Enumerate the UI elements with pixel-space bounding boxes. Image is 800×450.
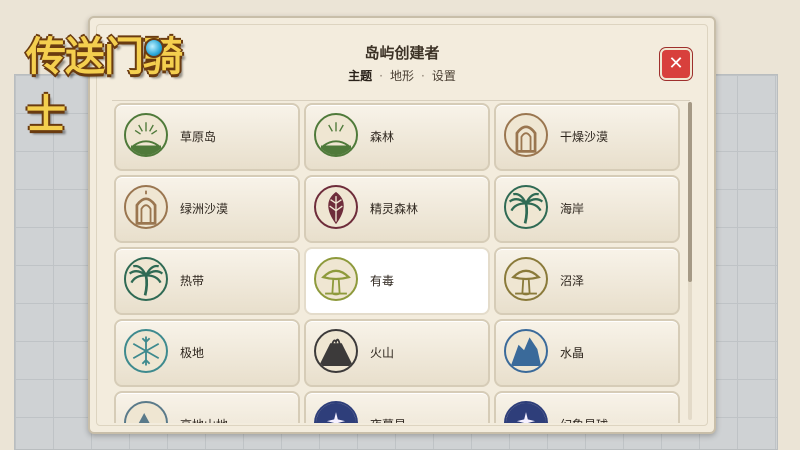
theme-option[interactable]: 精灵森林 (304, 175, 490, 243)
theme-label: 极地 (180, 346, 205, 360)
crystal-icon (504, 329, 548, 373)
tropical-palm-icon (124, 257, 168, 301)
night-star-icon (314, 401, 358, 423)
forest-icon (314, 113, 358, 157)
theme-option[interactable]: 夜幕星 (304, 391, 490, 423)
breadcrumb-theme[interactable]: 主题 (346, 69, 374, 83)
theme-option[interactable]: 绿洲沙漠 (114, 175, 300, 243)
theme-label: 热带 (180, 274, 205, 288)
theme-option[interactable]: 热带 (114, 247, 300, 315)
theme-label: 高地山地 (180, 393, 228, 423)
theme-label: 森林 (370, 130, 395, 144)
theme-option[interactable]: 火山 (304, 319, 490, 387)
theme-option[interactable]: 海岸 (494, 175, 680, 243)
breadcrumb-settings[interactable]: 设置 (430, 69, 458, 83)
theme-label: 水晶 (560, 346, 585, 360)
theme-option[interactable]: 极地 (114, 319, 300, 387)
theme-label: 沼泽 (560, 274, 585, 288)
theme-option[interactable]: 幻象星球 (494, 391, 680, 423)
theme-label: 夜幕星 (370, 393, 406, 423)
theme-option[interactable]: 有毒 (304, 247, 490, 315)
theme-grid: 草原岛森林干燥沙漠绿洲沙漠精灵森林海岸热带有毒沼泽极地火山水晶高地山地夜幕星幻象… (114, 103, 682, 423)
theme-label: 幻象星球 (560, 393, 608, 423)
close-button[interactable]: ✕ (660, 48, 692, 80)
theme-label: 有毒 (370, 274, 395, 288)
close-icon: ✕ (668, 53, 684, 74)
dry-desert-icon (504, 113, 548, 157)
toxic-mushroom-icon (314, 257, 358, 301)
elf-forest-leaf-icon (314, 185, 358, 229)
theme-label: 绿洲沙漠 (180, 202, 229, 216)
game-logo: 传送门骑士 (20, 22, 220, 138)
star-planet-icon (504, 401, 548, 423)
theme-list[interactable]: 草原岛森林干燥沙漠绿洲沙漠精灵森林海岸热带有毒沼泽极地火山水晶高地山地夜幕星幻象… (112, 100, 690, 423)
theme-option[interactable]: 水晶 (494, 319, 680, 387)
theme-option[interactable]: 森林 (304, 103, 490, 171)
swamp-mushroom-icon (504, 257, 548, 301)
snowflake-icon (124, 329, 168, 373)
palm-tree-icon (504, 185, 548, 229)
mountain-icon (124, 401, 168, 423)
theme-label: 海岸 (560, 202, 585, 216)
logo-gem-icon (144, 38, 164, 58)
theme-label: 干燥沙漠 (560, 130, 609, 144)
scrollbar-thumb[interactable] (688, 102, 692, 282)
scrollbar[interactable] (688, 102, 692, 420)
oasis-desert-icon (124, 185, 168, 229)
breadcrumb-separator: · (379, 69, 383, 83)
breadcrumb-separator: · (421, 69, 425, 83)
theme-option[interactable]: 沼泽 (494, 247, 680, 315)
theme-label: 精灵森林 (370, 202, 419, 216)
theme-option[interactable]: 干燥沙漠 (494, 103, 680, 171)
volcano-icon (314, 329, 358, 373)
breadcrumb-terrain[interactable]: 地形 (388, 69, 416, 83)
theme-option[interactable]: 高地山地 (114, 391, 300, 423)
theme-label: 火山 (370, 346, 395, 360)
game-logo-text: 传送门骑士 (26, 34, 183, 138)
